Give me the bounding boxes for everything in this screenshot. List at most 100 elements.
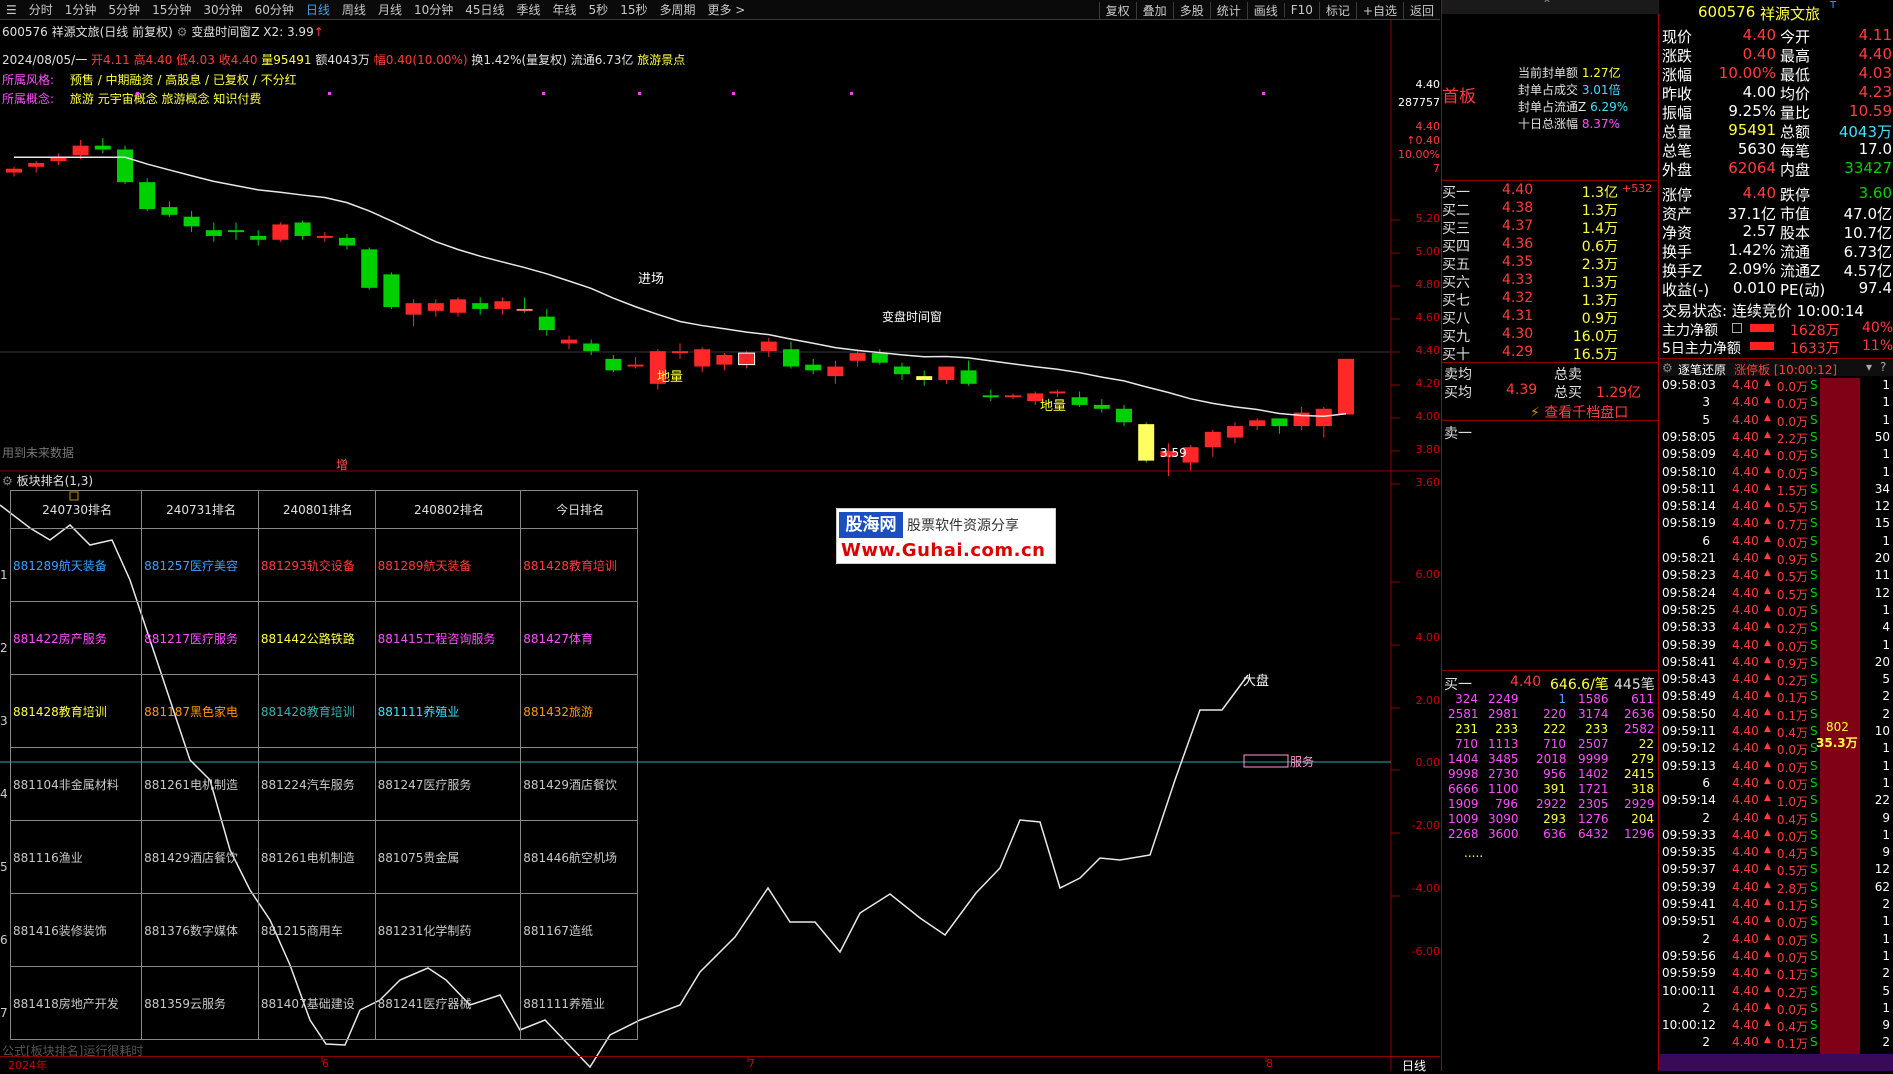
table-cell[interactable]: 881289航天装备 [9,528,143,602]
checkbox-icon[interactable] [1732,323,1742,333]
menu-icon[interactable]: ☰ [0,3,23,17]
tab-5sec[interactable]: 5秒 [583,1,615,18]
table-cell[interactable]: 881422房产服务 [9,601,143,675]
tab-15sec[interactable]: 15秒 [614,1,653,18]
tab-more[interactable]: 更多 > [701,1,751,18]
tab-10min[interactable]: 10分钟 [408,1,459,18]
bid-row[interactable]: 买三 4.37 1.4万 [1442,218,1658,237]
tab-1min-time[interactable]: 分时 [23,1,59,18]
multi-stock-button[interactable]: 多股 [1172,1,1210,19]
add-watchlist-button[interactable]: +自选 [1355,1,1403,19]
tab-30min[interactable]: 30分钟 [197,1,248,18]
tick-count: 1 [1882,533,1890,548]
bid-row[interactable]: 买六 4.33 1.3万 [1442,272,1658,291]
quote-label: 总额 [1780,123,1811,141]
bid-row[interactable]: 买四 4.36 0.6万 [1442,236,1658,255]
tick-price: 4.40 [1732,654,1759,669]
table-cell[interactable]: 881187黑色家电 [141,674,259,748]
bid-row[interactable]: 买五 4.35 2.3万 [1442,254,1658,273]
tab-monthly[interactable]: 月线 [372,1,408,18]
bid-row[interactable]: 买八 4.31 0.9万 [1442,308,1658,327]
bid-row[interactable]: 买一 4.40 1.3亿 +532 [1442,182,1658,201]
tab-weekly[interactable]: 周线 [336,1,372,18]
tab-60min[interactable]: 60分钟 [249,1,300,18]
axis-400: 4.00 [1415,410,1441,423]
tab-year[interactable]: 年线 [547,1,583,18]
stats-button[interactable]: 统计 [1209,1,1247,19]
table-cell[interactable]: 881257医疗美容 [141,528,259,602]
table-cell[interactable]: 881215商用车 [257,893,376,967]
table-cell[interactable]: 881104非金属材料 [9,747,143,821]
gear-icon[interactable]: ⚙ [2,474,13,488]
ticks-title[interactable]: 逐笔还原 [1678,361,1726,378]
table-cell[interactable]: 881428教育培训 [9,674,143,748]
queue-cell: 611 [1631,692,1654,706]
bid-row[interactable]: 买十 4.29 16.5万 [1442,344,1658,363]
table-cell[interactable]: 881116渔业 [9,820,143,894]
table-cell[interactable]: 881442公路铁路 [257,601,376,675]
table-cell[interactable]: 881359云服务 [141,966,259,1040]
table-cell[interactable]: 881429酒店餐饮 [520,747,638,821]
table-cell[interactable]: 881428教育培训 [257,674,376,748]
axis-500: 5.00 [1415,245,1441,258]
help-icon[interactable]: ? [1880,360,1886,374]
ticks-tab[interactable]: 涨停板 [10:00:12] [1734,361,1837,378]
table-cell[interactable]: 881224汽车服务 [257,747,376,821]
view-depth-link[interactable]: ⚡ 查看千档盘口 [1530,402,1628,422]
up-arrow-icon: ▲ [1764,481,1771,492]
buy-avg-label: 买均 [1444,385,1472,401]
table-cell[interactable]: 881376数字媒体 [141,893,259,967]
bid-row[interactable]: 买二 4.38 1.3万 [1442,200,1658,219]
overlay-button[interactable]: 叠加 [1135,1,1173,19]
restore-rights-button[interactable]: 复权 [1098,1,1136,19]
tab-1min[interactable]: 1分钟 [59,1,103,18]
back-button[interactable]: 返回 [1402,1,1440,19]
gear-icon[interactable]: ⚙ [1662,361,1673,375]
queue-more[interactable]: ..... [1464,846,1483,860]
table-cell[interactable]: 881167造纸 [520,893,638,967]
quote-value: 4.57亿 [1843,262,1892,280]
table-cell[interactable]: 881111养殖业 [520,966,638,1040]
table-cell[interactable]: 881415工程咨询服务 [374,601,522,675]
filter-icon[interactable]: ▾ [1866,360,1872,374]
table-cell[interactable]: 881428教育培训 [520,528,638,602]
col-header: 240801排名 [257,490,376,529]
table-cell[interactable]: 881241医疗器械 [374,966,522,1040]
label-window: 变盘时间窗 [882,310,943,324]
f10-button[interactable]: F10 [1283,3,1319,17]
table-cell[interactable]: 881407基础建设 [257,966,376,1040]
table-cell[interactable]: 881293轨交设备 [257,528,376,602]
tab-15min[interactable]: 15分钟 [146,1,197,18]
tab-quarter[interactable]: 季线 [511,1,547,18]
table-cell[interactable]: 881427体育 [520,601,638,675]
table-cell[interactable]: 881075贵金属 [374,820,522,894]
tab-multi-period[interactable]: 多周期 [653,1,701,18]
table-cell[interactable]: 881429酒店餐饮 [141,820,259,894]
tab-daily[interactable]: 日线 [300,1,336,18]
tick-price: 4.40 [1732,481,1759,496]
board-value: 6.29% [1590,100,1629,114]
table-cell[interactable]: 881289航天装备 [374,528,522,602]
period-label[interactable]: 日线 [1402,1057,1426,1074]
bid-row[interactable]: 买七 4.32 1.3万 [1442,290,1658,309]
tab-5min[interactable]: 5分钟 [102,1,146,18]
table-cell[interactable]: 881217医疗服务 [141,601,259,675]
mark-button[interactable]: 标记 [1318,1,1356,19]
queue-cell: 956 [1543,767,1566,781]
table-cell[interactable]: 881261电机制造 [257,820,376,894]
table-cell[interactable]: 881231化学制药 [374,893,522,967]
table-cell[interactable]: 881111养殖业 [374,674,522,748]
table-cell[interactable]: 881416装修装饰 [9,893,143,967]
tick-side: S [1810,464,1818,479]
candle-body [161,207,178,215]
table-cell[interactable]: 881418房地产开发 [9,966,143,1040]
collapse-icon[interactable]: ⌃ [1542,0,1552,11]
bid-row[interactable]: 买九 4.30 16.0万 [1442,326,1658,345]
draw-line-button[interactable]: 画线 [1246,1,1284,19]
table-cell[interactable]: 881432旅游 [520,674,638,748]
table-cell[interactable]: 881446航空机场 [520,820,638,894]
table-cell[interactable]: 881261电机制造 [141,747,259,821]
tick-time: 09:58:05 [1662,429,1716,444]
table-cell[interactable]: 881247医疗服务 [374,747,522,821]
tab-45day[interactable]: 45日线 [459,1,510,18]
